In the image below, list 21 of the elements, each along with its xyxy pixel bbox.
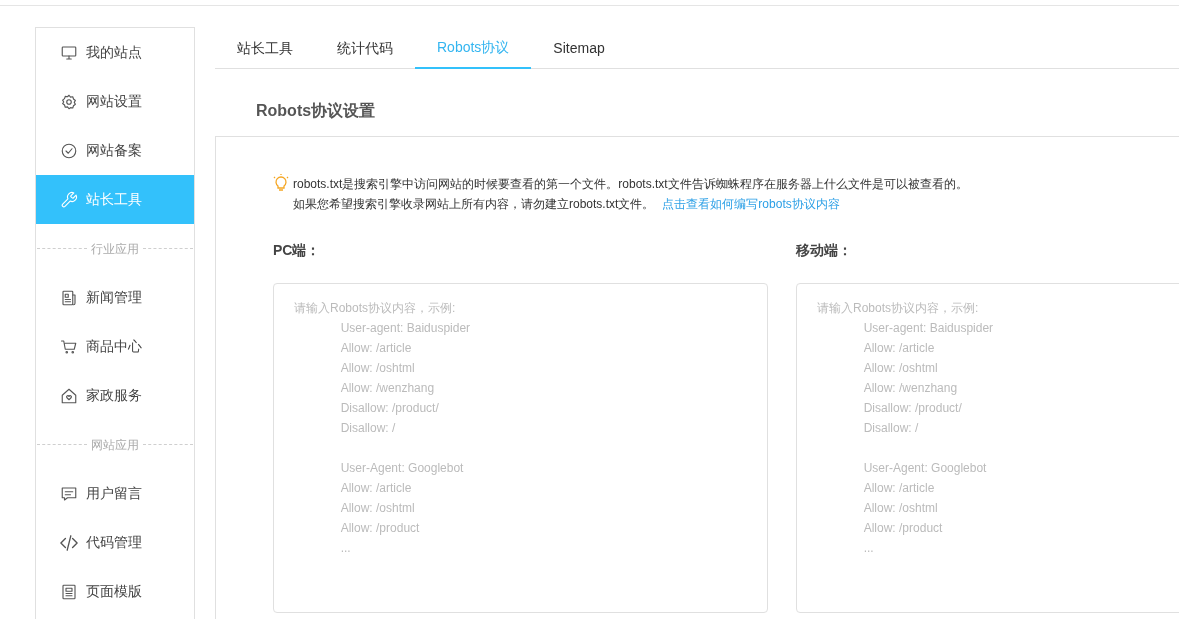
sidebar-item[interactable]: 网站备案 <box>36 126 194 175</box>
robots-input[interactable]: 请输入Robots协议内容，示例: User-agent: Baiduspider Allow: /article Allow: /oshtml Allow: /wenzhang Disallow: /product/ Disallow: / User-Agent: Googlebot Allow: /article Allow: /oshtml Allow: /product ... <box>796 283 1179 613</box>
notice-text: robots.txt是搜索引擎中访问网站的时候要查看的第一个文件。robots.txt文件告诉蜘蛛程序在服务器上什么文件是可以被查看的。 <box>293 176 968 193</box>
sidebar-section-label: 网站应用 <box>90 436 140 454</box>
tab[interactable]: Sitemap <box>531 27 627 69</box>
sidebar-item[interactable]: 页面模版 <box>36 567 194 616</box>
sidebar-item[interactable]: 网站设置 <box>36 77 194 126</box>
sidebar-item[interactable]: 家政服务 <box>36 371 194 420</box>
sidebar-item[interactable]: 我的站点 <box>36 28 194 77</box>
tab[interactable]: 统计代码 <box>315 27 415 69</box>
sidebar-section-label: 行业应用 <box>90 240 140 258</box>
section-title: Robots协议设置 <box>256 101 377 121</box>
sidebar-item[interactable]: 用户留言 <box>36 469 194 518</box>
sidebar-item[interactable]: 新闻管理 <box>36 273 194 322</box>
sidebar-item[interactable]: 代码管理 <box>36 518 194 567</box>
robots-input[interactable]: 请输入Robots协议内容，示例: User-agent: Baiduspider Allow: /article Allow: /oshtml Allow: /wenzhang Disallow: /product/ Disallow: / User-Agent: Googlebot Allow: /article Allow: /oshtml Allow: /product ... <box>273 283 768 613</box>
field-label: PC端： <box>273 241 322 260</box>
notice-text: 如果您希望搜索引擎收录网站上所有内容，请勿建立robots.txt文件。 <box>293 196 655 213</box>
tab[interactable]: 站长工具 <box>215 27 315 69</box>
sidebar-item[interactable]: 商品中心 <box>36 322 194 371</box>
field-label: 移动端： <box>796 241 853 260</box>
